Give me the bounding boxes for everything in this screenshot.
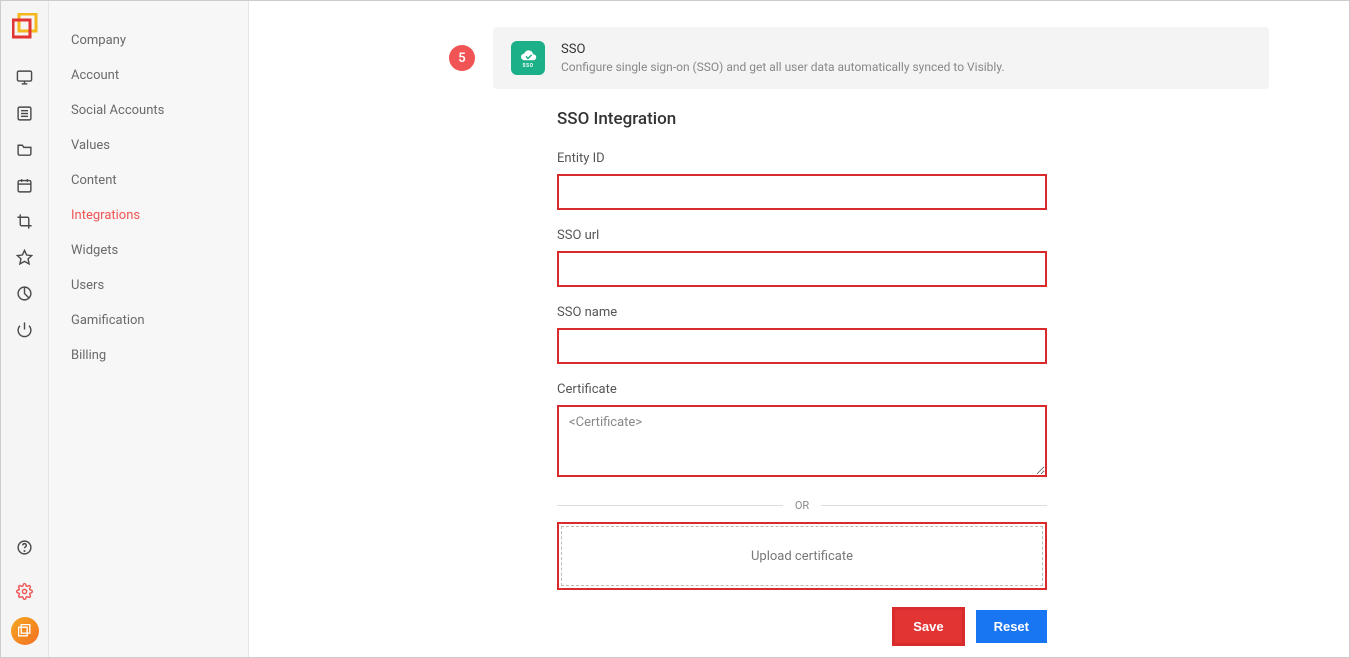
- sso-name-label: SSO name: [557, 305, 1047, 320]
- crop-icon[interactable]: [1, 203, 49, 239]
- sidebar-item-content[interactable]: Content: [49, 163, 248, 198]
- or-label: OR: [795, 499, 809, 512]
- sidebar-item-social-accounts[interactable]: Social Accounts: [49, 93, 248, 128]
- step-title: SSO: [561, 42, 1005, 57]
- sidebar-item-widgets[interactable]: Widgets: [49, 233, 248, 268]
- sso-url-label: SSO url: [557, 228, 1047, 243]
- sidebar-item-users[interactable]: Users: [49, 268, 248, 303]
- pie-icon[interactable]: [1, 275, 49, 311]
- help-icon[interactable]: [1, 529, 49, 565]
- upload-certificate-label: Upload certificate: [751, 549, 853, 564]
- step-description: Configure single sign-on (SSO) and get a…: [561, 60, 1005, 74]
- calendar-icon[interactable]: [1, 167, 49, 203]
- certificate-label: Certificate: [557, 382, 1047, 397]
- reset-button[interactable]: Reset: [976, 610, 1047, 643]
- section-title: SSO Integration: [557, 109, 1047, 129]
- certificate-textarea[interactable]: [557, 405, 1047, 477]
- entity-id-label: Entity ID: [557, 151, 1047, 166]
- sidebar-item-company[interactable]: Company: [49, 23, 248, 58]
- main-content: 5 SSO SSO Configure single sign-on (SSO)…: [249, 1, 1349, 657]
- sidebar-item-gamification[interactable]: Gamification: [49, 303, 248, 338]
- settings-icon[interactable]: [1, 573, 49, 609]
- or-separator: OR: [557, 499, 1047, 512]
- star-icon[interactable]: [1, 239, 49, 275]
- sso-name-input[interactable]: [557, 328, 1047, 364]
- monitor-icon[interactable]: [1, 59, 49, 95]
- sidebar-item-values[interactable]: Values: [49, 128, 248, 163]
- settings-sidebar: Company Account Social Accounts Values C…: [49, 1, 249, 657]
- sidebar-item-account[interactable]: Account: [49, 58, 248, 93]
- power-icon[interactable]: [1, 311, 49, 347]
- avatar[interactable]: [11, 617, 39, 645]
- sso-cloud-icon: SSO: [511, 41, 545, 75]
- icon-rail: [1, 1, 49, 657]
- sidebar-item-integrations[interactable]: Integrations: [49, 198, 248, 233]
- sso-url-input[interactable]: [557, 251, 1047, 287]
- sidebar-item-billing[interactable]: Billing: [49, 338, 248, 373]
- list-icon[interactable]: [1, 95, 49, 131]
- sso-step-card: SSO SSO Configure single sign-on (SSO) a…: [493, 27, 1269, 89]
- entity-id-input[interactable]: [557, 174, 1047, 210]
- step-number-badge: 5: [449, 45, 475, 71]
- app-logo[interactable]: [12, 13, 38, 39]
- save-button[interactable]: Save: [895, 610, 961, 643]
- folder-icon[interactable]: [1, 131, 49, 167]
- upload-certificate-dropzone[interactable]: Upload certificate: [557, 522, 1047, 590]
